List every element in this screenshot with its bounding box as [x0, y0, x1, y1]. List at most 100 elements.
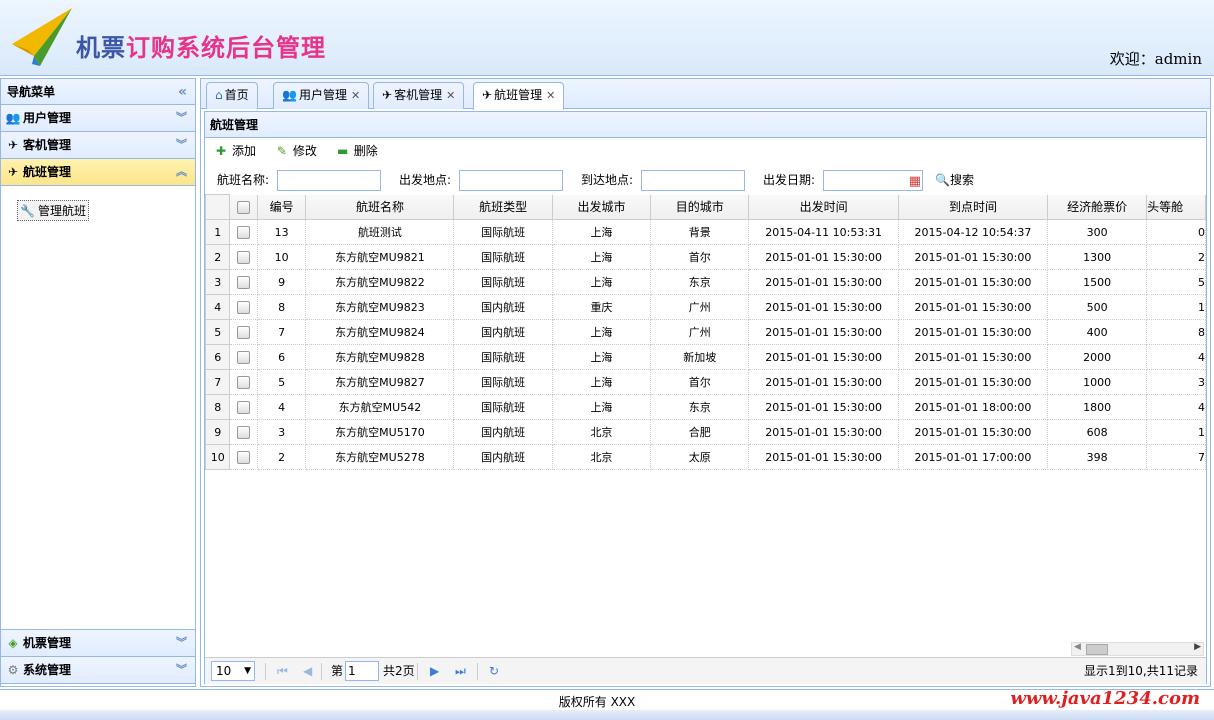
- bottom-bar: [0, 710, 1214, 720]
- grid-header-row: 编号 航班名称 航班类型 出发城市 目的城市 出发时间 到点时间 经济舱票价 头…: [205, 194, 1206, 220]
- table-row[interactable]: 7 5 东方航空MU9827 国际航班 上海 首尔 2015-01-01 15:30:00 2…: [205, 369, 1206, 395]
- departure-input[interactable]: [459, 170, 563, 191]
- table-cell: 1800: [1047, 394, 1148, 420]
- collapse-icon[interactable]: ︽: [176, 159, 187, 185]
- sidebar-section-users[interactable]: 👥 用户管理 ︾: [1, 105, 195, 132]
- expand-icon[interactable]: ︾: [176, 105, 187, 131]
- table-row[interactable]: 10 2 东方航空MU5278 国内航班 北京 太原 2015-01-01 15:30:00…: [205, 444, 1206, 470]
- edit-button[interactable]: ✎ 修改: [274, 138, 317, 164]
- sidebar-section-tickets[interactable]: ◈ 机票管理 ︾: [1, 630, 195, 657]
- row-checkbox[interactable]: [237, 250, 251, 264]
- row-number: 9: [205, 419, 231, 445]
- last-page-icon[interactable]: ⏭: [455, 658, 466, 684]
- row-select-cell[interactable]: [229, 319, 258, 345]
- row-checkbox[interactable]: [237, 450, 251, 464]
- search-button[interactable]: 🔍搜索: [935, 167, 974, 193]
- close-tab-icon[interactable]: ✕: [446, 89, 455, 102]
- table-cell: 首尔: [650, 244, 750, 270]
- delete-button[interactable]: ▬ 删除: [335, 138, 378, 164]
- table-cell: 2015-01-01 15:30:00: [748, 294, 899, 320]
- table-cell: 2015-01-01 15:30:00: [748, 394, 899, 420]
- table-cell: 300: [1047, 219, 1148, 245]
- row-select-cell[interactable]: [229, 394, 258, 420]
- table-row[interactable]: 1 13 航班测试 国际航班 上海 背景 2015-04-11 10:53:31 2015-0…: [205, 219, 1206, 245]
- scroll-right-icon[interactable]: ▶: [1194, 642, 1201, 652]
- table-cell: 东方航空MU5278: [305, 444, 455, 470]
- expand-icon[interactable]: ︾: [176, 657, 187, 683]
- table-cell: 2015-01-01 15:30:00: [897, 419, 1049, 445]
- page-number-input[interactable]: 1: [345, 661, 379, 681]
- row-checkbox[interactable]: [237, 350, 251, 364]
- table-row[interactable]: 3 9 东方航空MU9822 国际航班 上海 东京 2015-01-01 15:30:00 2…: [205, 269, 1206, 295]
- expand-icon[interactable]: ︾: [176, 132, 187, 158]
- column-header[interactable]: 编号: [256, 194, 307, 220]
- table-cell: 0: [1146, 219, 1206, 245]
- sidebar-item-manage-flights[interactable]: 🔧 管理航班: [17, 200, 89, 221]
- column-header[interactable]: 航班类型: [453, 194, 553, 220]
- arrival-input[interactable]: [641, 170, 745, 191]
- row-select-cell[interactable]: [229, 444, 258, 470]
- scrollbar-thumb[interactable]: [1086, 644, 1108, 655]
- table-row[interactable]: 4 8 东方航空MU9823 国内航班 重庆 广州 2015-01-01 15:30:00 2…: [205, 294, 1206, 320]
- horizontal-scrollbar[interactable]: ◀ ▶: [1071, 642, 1204, 656]
- app-header: 机票订购系统后台管理 欢迎：admin: [0, 0, 1214, 76]
- flight-name-input[interactable]: [277, 170, 381, 191]
- table-row[interactable]: 6 6 东方航空MU9828 国际航班 上海 新加坡 2015-01-01 15:30:00…: [205, 344, 1206, 370]
- calendar-icon[interactable]: ▦: [909, 169, 921, 195]
- column-header[interactable]: 经济舱票价: [1047, 194, 1148, 220]
- close-tab-icon[interactable]: ✕: [351, 89, 360, 102]
- tab-users[interactable]: 👥 用户管理 ✕: [273, 82, 370, 109]
- collapse-sidebar-icon[interactable]: «: [178, 79, 187, 105]
- column-header[interactable]: 航班名称: [305, 194, 455, 220]
- sidebar-section-label: 客机管理: [23, 138, 72, 152]
- row-select-cell[interactable]: [229, 294, 258, 320]
- column-header[interactable]: 出发城市: [551, 194, 652, 220]
- table-row[interactable]: 2 10 东方航空MU9821 国际航班 上海 首尔 2015-01-01 15:30:00…: [205, 244, 1206, 270]
- select-all-header[interactable]: [229, 194, 258, 220]
- row-select-cell[interactable]: [229, 369, 258, 395]
- sidebar-section-flights[interactable]: ✈ 航班管理 ︽: [1, 159, 195, 186]
- row-select-cell[interactable]: [229, 219, 258, 245]
- tab-planes[interactable]: ✈ 客机管理 ✕: [373, 82, 465, 109]
- tab-flights[interactable]: ✈ 航班管理 ✕: [473, 82, 565, 110]
- column-header[interactable]: 目的城市: [650, 194, 750, 220]
- table-row[interactable]: 8 4 东方航空MU542 国际航班 上海 东京 2015-01-01 15:30:00 20…: [205, 394, 1206, 420]
- row-checkbox[interactable]: [237, 425, 251, 439]
- add-button[interactable]: ✚ 添加: [213, 138, 256, 164]
- row-checkbox[interactable]: [237, 225, 251, 239]
- row-checkbox[interactable]: [237, 325, 251, 339]
- select-all-checkbox[interactable]: [237, 200, 251, 214]
- table-cell: 2015-01-01 15:30:00: [748, 269, 899, 295]
- row-checkbox[interactable]: [237, 375, 251, 389]
- scroll-left-icon[interactable]: ◀: [1074, 642, 1081, 652]
- column-header[interactable]: 到点时间: [897, 194, 1049, 220]
- table-cell: 国内航班: [453, 319, 553, 345]
- row-select-cell[interactable]: [229, 244, 258, 270]
- page-size-select[interactable]: 10 ▼: [211, 661, 255, 681]
- table-cell: 重庆: [551, 294, 652, 320]
- sidebar-section-system[interactable]: ⚙ 系统管理 ︾: [1, 657, 195, 684]
- table-cell: 2015-01-01 15:30:00: [897, 269, 1049, 295]
- table-row[interactable]: 9 3 东方航空MU5170 国内航班 北京 合肥 2015-01-01 15:30:00 2…: [205, 419, 1206, 445]
- column-header[interactable]: 头等舱: [1146, 194, 1206, 220]
- column-header[interactable]: 出发时间: [748, 194, 899, 220]
- tab-home[interactable]: ⌂ 首页: [206, 82, 258, 109]
- expand-icon[interactable]: ︾: [176, 630, 187, 656]
- table-cell: 2015-01-01 15:30:00: [748, 419, 899, 445]
- row-checkbox[interactable]: [237, 400, 251, 414]
- table-cell: 2015-01-01 15:30:00: [748, 344, 899, 370]
- refresh-icon[interactable]: ↻: [489, 658, 499, 684]
- next-page-icon[interactable]: ▶: [430, 658, 439, 684]
- first-page-icon[interactable]: ⏮: [277, 658, 288, 684]
- row-checkbox[interactable]: [237, 275, 251, 289]
- row-select-cell[interactable]: [229, 419, 258, 445]
- row-checkbox[interactable]: [237, 300, 251, 314]
- prev-page-icon[interactable]: ◀: [303, 658, 312, 684]
- close-tab-icon[interactable]: ✕: [546, 89, 555, 102]
- row-select-cell[interactable]: [229, 344, 258, 370]
- plane-icon: ✈: [7, 138, 19, 152]
- sidebar-section-planes[interactable]: ✈ 客机管理 ︾: [1, 132, 195, 159]
- table-row[interactable]: 5 7 东方航空MU9824 国内航班 上海 广州 2015-01-01 15:30:00 2…: [205, 319, 1206, 345]
- table-cell: 国际航班: [453, 394, 553, 420]
- row-select-cell[interactable]: [229, 269, 258, 295]
